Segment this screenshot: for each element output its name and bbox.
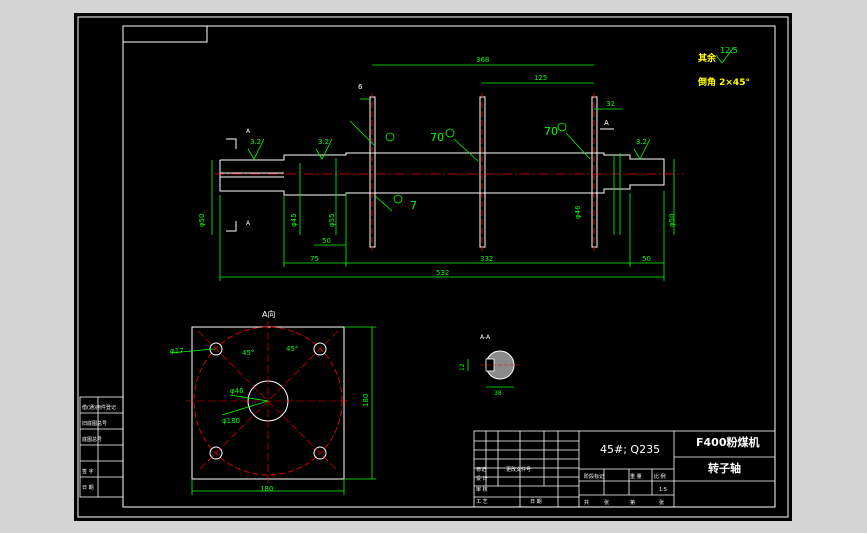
- roughness-1: 3.2: [250, 138, 261, 146]
- dim-50-right: 50: [642, 255, 651, 263]
- dim-dia-right: φ50: [668, 213, 676, 227]
- strip-text-1: 借(通)用件登记: [82, 404, 116, 411]
- section-letter-bottom: A: [246, 220, 251, 227]
- flange-pcd-dia: φ180: [222, 417, 240, 425]
- tb-cell-date: 日 期: [530, 499, 542, 505]
- weld-7: 7: [410, 199, 417, 212]
- dim-6: 6: [358, 83, 363, 91]
- view-a-arrow-label: A: [604, 119, 609, 127]
- tb-cell-stage: 阶段标记: [584, 473, 604, 480]
- roughness-note-label: 其余: [698, 52, 717, 64]
- tb-cell-sheet: 张: [659, 499, 664, 506]
- dim-125: 125: [534, 74, 547, 82]
- left-strip: [79, 396, 124, 498]
- strip-text-2: 旧底图总号: [82, 420, 107, 427]
- part-name: 转子轴: [708, 461, 741, 475]
- weld-70-left: 70: [430, 131, 444, 144]
- flange-angle-2: 45°: [286, 345, 298, 353]
- disk-centerlines: [371, 93, 595, 251]
- strip-text-5: 日 期: [82, 485, 94, 491]
- section-letter-top: A: [246, 128, 251, 135]
- dim-32: 32: [606, 100, 615, 108]
- dim-532: 532: [436, 269, 449, 277]
- tb-cell-check: 审 核: [476, 486, 488, 493]
- strip-text-3: 底图总号: [82, 436, 102, 443]
- drawing-sheet: 借(通)用件登记 旧底图总号 底图总号 签 字 日 期 45#; Q235 F4…: [74, 13, 792, 521]
- corner-tag-box: [122, 25, 208, 43]
- roughness-3: 3.2: [636, 138, 647, 146]
- tb-cell-process: 工 艺: [476, 499, 488, 505]
- outer-frame: [77, 16, 789, 518]
- dim-332: 332: [480, 255, 493, 263]
- dim-dia-left2: φ45: [290, 213, 298, 227]
- section-aa-depth-dim: 38: [494, 390, 502, 397]
- tb-cell-no: 第: [630, 499, 635, 506]
- flange-hole-dia: φ17: [170, 347, 184, 355]
- tb-cell-design: 设 计: [476, 475, 488, 482]
- chamfer-note: 倒角 2×45°: [697, 76, 750, 88]
- section-aa-title: A-A: [480, 334, 491, 341]
- weld-70-right: 70: [544, 125, 558, 138]
- section-cut-marks: [226, 138, 237, 232]
- dim-368: 368: [476, 56, 489, 64]
- dim-dia-mid: φ46: [574, 205, 582, 219]
- view-a-title: A向: [262, 309, 275, 319]
- dim-50-left: 50: [322, 237, 331, 245]
- tb-cell-total: 共: [584, 499, 589, 506]
- dim-dia-left: φ50: [198, 213, 206, 227]
- strip-text-4: 签 字: [82, 468, 94, 475]
- roughness-marks: [247, 138, 651, 160]
- flange-angle-1: 45°: [242, 349, 254, 357]
- roughness-2: 3.2: [318, 138, 329, 146]
- tb-cell-scale: 比 例: [654, 473, 666, 480]
- flange-width: 180: [260, 485, 273, 493]
- flange-dims: [169, 326, 376, 495]
- tb-cell-sheets: 张: [604, 499, 609, 506]
- cad-drawing: 借(通)用件登记 旧底图总号 底图总号 签 字 日 期 45#; Q235 F4…: [77, 16, 789, 518]
- machine-name: F400粉煤机: [696, 435, 759, 449]
- flange-bore-dia: φ46: [230, 387, 244, 395]
- shaft-body: [219, 96, 665, 248]
- dim-dia-left3: φ55: [328, 213, 336, 227]
- flange-centerlines: [186, 321, 350, 483]
- flange-height: 180: [362, 394, 370, 407]
- tb-cell-weight: 重 量: [630, 473, 642, 480]
- material-text: 45#; Q235: [600, 443, 660, 456]
- inner-frame: [122, 25, 776, 508]
- dim-75: 75: [310, 255, 319, 263]
- scale-text: 1:5: [659, 487, 667, 493]
- tb-cell-change: 更改文件号: [506, 466, 531, 473]
- tb-cell-mark: 标记: [476, 466, 486, 473]
- section-aa-keyway-dim: 12: [459, 363, 466, 371]
